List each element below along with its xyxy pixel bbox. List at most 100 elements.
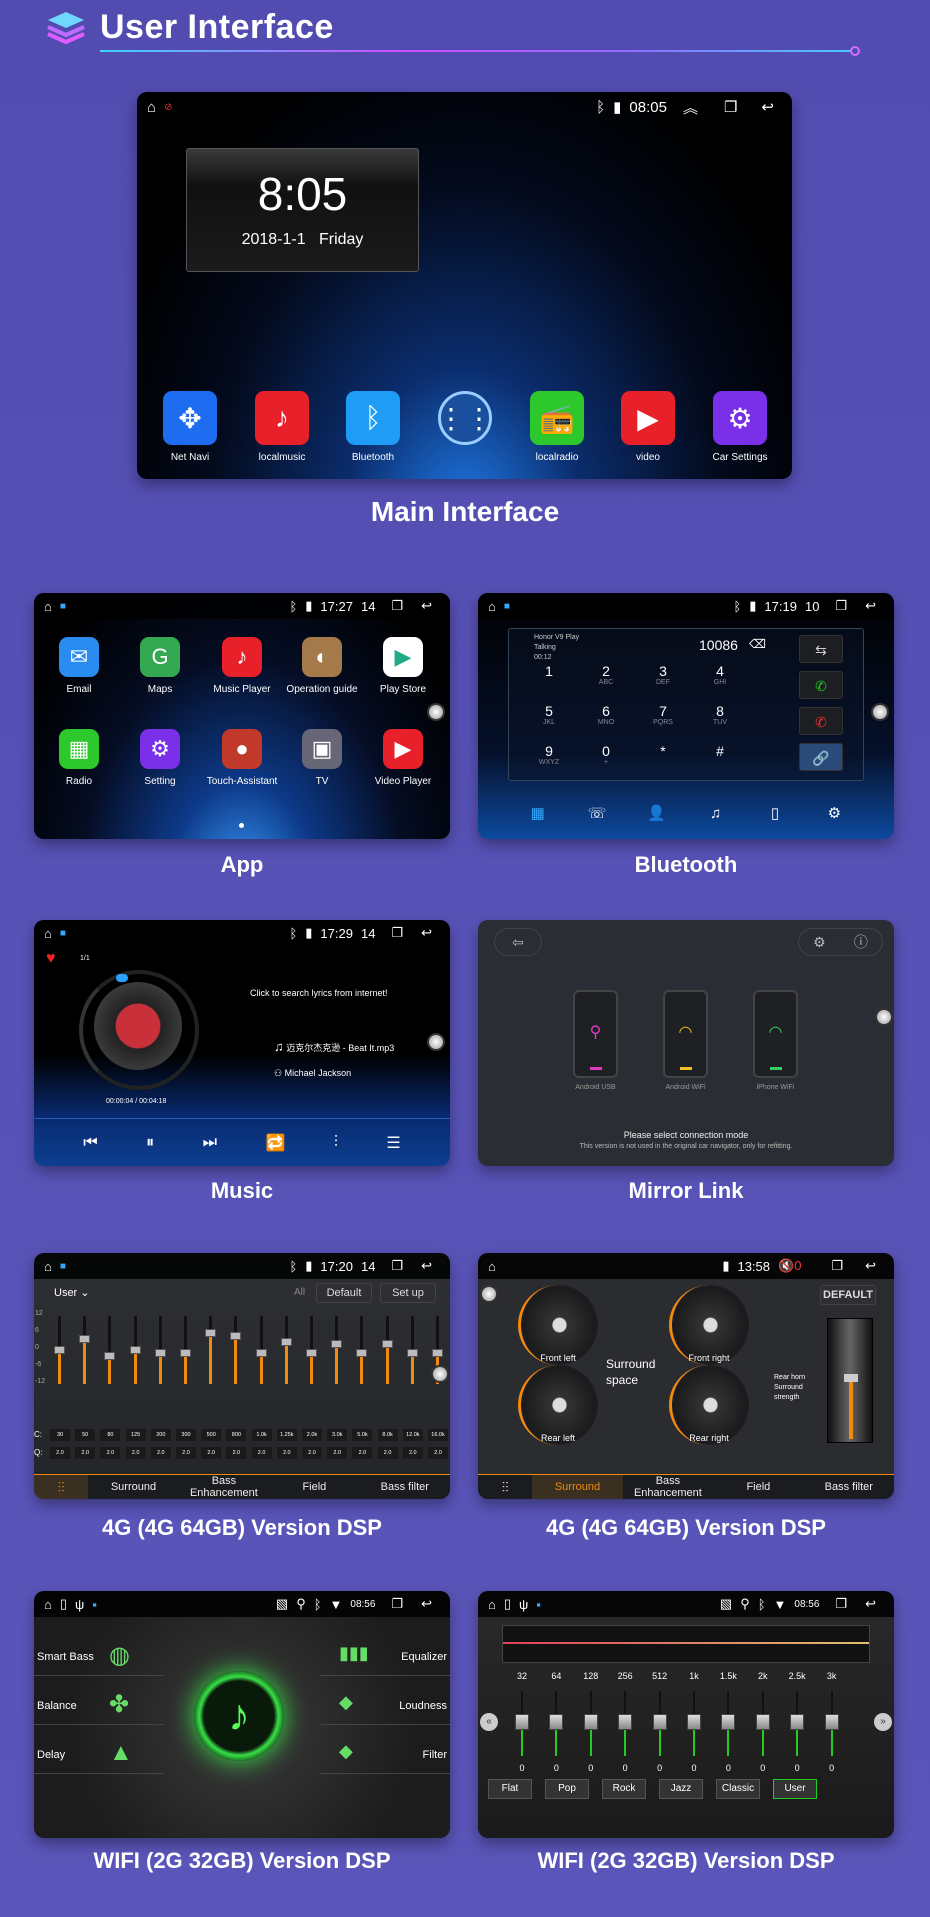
eq-freq-cell[interactable]: 500 (201, 1429, 222, 1441)
home-icon[interactable]: ⌂ (488, 1597, 496, 1612)
eq-band-handle[interactable] (104, 1351, 116, 1360)
preset-pop[interactable]: Pop (545, 1779, 589, 1799)
recents-icon[interactable]: ❐ (391, 1596, 403, 1612)
dial-key[interactable]: 8 TUV (700, 703, 740, 726)
scroll-right-button[interactable]: » (874, 1713, 892, 1731)
eq-band-handle[interactable] (406, 1348, 418, 1357)
eq-band-handle[interactable] (54, 1346, 65, 1354)
settings-icon[interactable]: ⚙ (813, 934, 826, 951)
back-icon[interactable]: ↩ (761, 98, 774, 116)
eq-freq-cell[interactable]: 800 (226, 1429, 247, 1441)
eq-q-cell[interactable]: 2.0 (302, 1447, 322, 1459)
eq-band-handle[interactable] (255, 1348, 267, 1357)
eq-q-cell[interactable]: 2.0 (428, 1447, 448, 1459)
pause-icon[interactable]: ⏸ (146, 1134, 154, 1152)
app-grid-icon[interactable]: ⋮⋮ (437, 391, 493, 445)
volume-icon[interactable]: 14 (361, 599, 375, 614)
eq-q-cell[interactable]: 2.0 (75, 1447, 96, 1459)
eq-q-cell[interactable]: 2.0 (251, 1447, 272, 1459)
back-icon[interactable]: ↩ (421, 1596, 432, 1612)
eq-q-cell[interactable]: 2.0 (377, 1447, 398, 1459)
compass-icon[interactable]: ✥ (163, 391, 217, 445)
bt-settings-icon[interactable]: ⚙ (805, 804, 864, 822)
smart-bass-icon[interactable]: ◍ (109, 1641, 130, 1670)
home-icon[interactable]: ⌂ (488, 1259, 496, 1274)
back-icon[interactable]: ↩ (865, 1258, 876, 1274)
eq-freq-cell[interactable]: 1.25k (276, 1429, 297, 1441)
eq-freq-cell[interactable]: 2.0k (302, 1429, 322, 1441)
touch-assistant-icon[interactable]: ● (222, 729, 262, 769)
volume-icon[interactable]: 14 (361, 1259, 375, 1274)
link-icon[interactable]: 🔗 (799, 743, 843, 771)
dial-key[interactable]: 9 WXYZ (529, 743, 569, 766)
back-icon[interactable]: ↩ (421, 1258, 432, 1274)
recents-icon[interactable]: ❐ (391, 1258, 403, 1274)
progress-knob[interactable] (116, 974, 128, 982)
eq-handle[interactable] (583, 1714, 598, 1730)
filter-icon[interactable]: ◆ (339, 1741, 353, 1762)
eq-freq-cell[interactable]: 1.0k (251, 1429, 272, 1441)
default-button[interactable]: DEFAULT (820, 1285, 876, 1305)
back-icon[interactable]: ↩ (865, 598, 876, 614)
favorite-heart-icon[interactable]: ♥ (46, 950, 56, 968)
play-icon[interactable]: ▶ (383, 729, 423, 769)
dial-key[interactable]: 3 DEF (643, 663, 683, 686)
eq-handle[interactable] (790, 1714, 805, 1730)
dial-key[interactable]: 4 GHI (700, 663, 740, 686)
guide-icon[interactable]: ◐ (302, 637, 342, 677)
tab-bass-filter[interactable]: Bass filter (804, 1475, 894, 1499)
previous-icon[interactable]: ⏮ (83, 1134, 97, 1152)
eq-freq-cell[interactable]: 16.0k (428, 1429, 448, 1441)
back-icon[interactable]: ↩ (421, 598, 432, 614)
eq-band-handle[interactable] (79, 1334, 91, 1343)
mirror-mode-2[interactable]: ◠ (753, 990, 798, 1078)
contacts-icon[interactable]: 👤 (627, 804, 686, 822)
eq-band-handle[interactable] (180, 1348, 191, 1357)
tab-bass-filter[interactable]: Bass filter (360, 1475, 450, 1499)
delay-icon[interactable]: ▲ (109, 1739, 133, 1767)
eq-freq-cell[interactable]: 12.0k (402, 1429, 423, 1441)
email-icon[interactable]: ✉ (59, 637, 99, 677)
eq-freq-cell[interactable]: 30 (50, 1429, 70, 1441)
eq-q-cell[interactable]: 2.0 (276, 1447, 297, 1459)
home-icon[interactable]: ⌂ (147, 99, 156, 116)
back-icon[interactable]: ↩ (865, 1596, 876, 1612)
eq-band-handle[interactable] (306, 1348, 317, 1357)
lyrics-search-link[interactable]: Click to search lyrics from internet! (250, 988, 388, 998)
music-note-icon[interactable]: ♪ (222, 637, 262, 677)
eq-q-cell[interactable]: 2.0 (402, 1447, 423, 1459)
assistive-touch-button[interactable] (427, 1033, 445, 1051)
eq-band-handle[interactable] (280, 1337, 292, 1346)
tab-bass-enhancement[interactable]: Bass Enhancement (179, 1475, 269, 1499)
eq-handle[interactable] (515, 1714, 529, 1730)
call-log-icon[interactable]: ☏ (567, 804, 626, 822)
play-icon[interactable]: ▶ (621, 391, 675, 445)
eq-freq-cell[interactable]: 5.0k (352, 1429, 373, 1441)
phone-device-icon[interactable]: ▯ (745, 804, 804, 822)
home-icon[interactable]: ⌂ (44, 599, 52, 614)
dialpad-icon[interactable]: ▦ (508, 804, 567, 822)
tab-equalizer[interactable]: ⫶⫶ (478, 1475, 532, 1499)
help-icon[interactable]: ⓘ (854, 932, 868, 952)
transfer-audio-icon[interactable]: ⇆ (799, 635, 843, 663)
eq-q-cell[interactable]: 2.0 (352, 1447, 373, 1459)
dial-key[interactable]: * (643, 743, 683, 759)
eq-freq-cell[interactable]: 125 (125, 1429, 146, 1441)
music-note-icon[interactable]: ♪ (255, 391, 309, 445)
eq-q-cell[interactable]: 2.0 (150, 1447, 171, 1459)
eq-band-handle[interactable] (154, 1348, 166, 1357)
playlist-icon[interactable]: ☰ (386, 1133, 400, 1153)
hang-up-icon[interactable]: ✆ (799, 707, 843, 735)
next-icon[interactable]: ⏭ (203, 1134, 217, 1152)
eq-q-cell[interactable]: 2.0 (125, 1447, 146, 1459)
preset-jazz[interactable]: Jazz (659, 1779, 703, 1799)
home-icon[interactable]: ⌂ (44, 1259, 52, 1274)
all-toggle[interactable]: All (294, 1287, 305, 1298)
scroll-left-button[interactable]: « (480, 1713, 498, 1731)
tab-equalizer[interactable]: ⫶⫶ (34, 1475, 89, 1499)
equalizer-icon[interactable]: ⫶ (334, 1134, 338, 1152)
recents-icon[interactable]: ❐ (835, 598, 847, 614)
loudness-icon[interactable]: ◆ (339, 1692, 353, 1713)
eq-band-handle[interactable] (356, 1348, 368, 1357)
eq-band-handle[interactable] (432, 1348, 443, 1357)
